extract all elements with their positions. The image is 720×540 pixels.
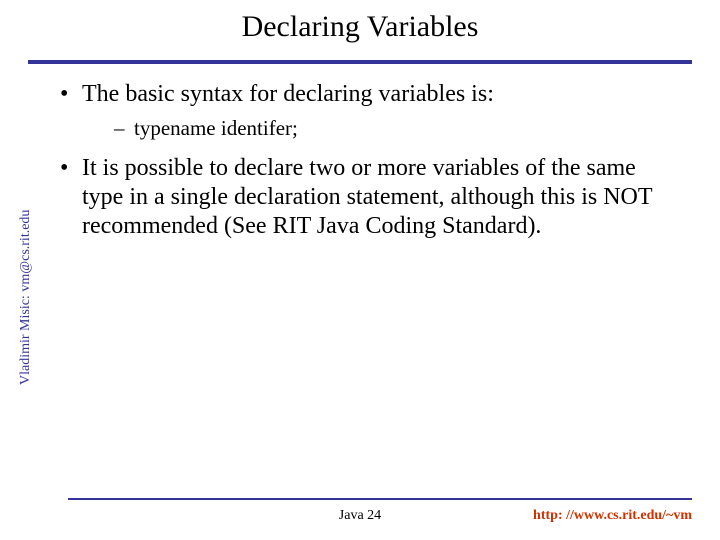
slide: Declaring Variables The basic syntax for…: [0, 0, 720, 540]
sub-item: typename identifer;: [114, 115, 680, 142]
bullet-text: The basic syntax for declaring variables…: [82, 81, 494, 107]
footer-url: http: //www.cs.rit.edu/~vm: [533, 508, 692, 524]
bullet-item: It is possible to declare two or more va…: [60, 154, 680, 240]
slide-title: Declaring Variables: [0, 10, 720, 44]
bullet-item: The basic syntax for declaring variables…: [60, 80, 680, 142]
bullet-text: It is possible to declare two or more va…: [82, 155, 652, 239]
author-sidetext: Vladimir Misic: vm@cs.rit.edu: [18, 210, 34, 385]
footer-rule: [68, 498, 692, 500]
bullet-list: The basic syntax for declaring variables…: [60, 80, 680, 246]
sub-list: typename identifer;: [114, 115, 680, 142]
title-rule: [28, 60, 692, 64]
